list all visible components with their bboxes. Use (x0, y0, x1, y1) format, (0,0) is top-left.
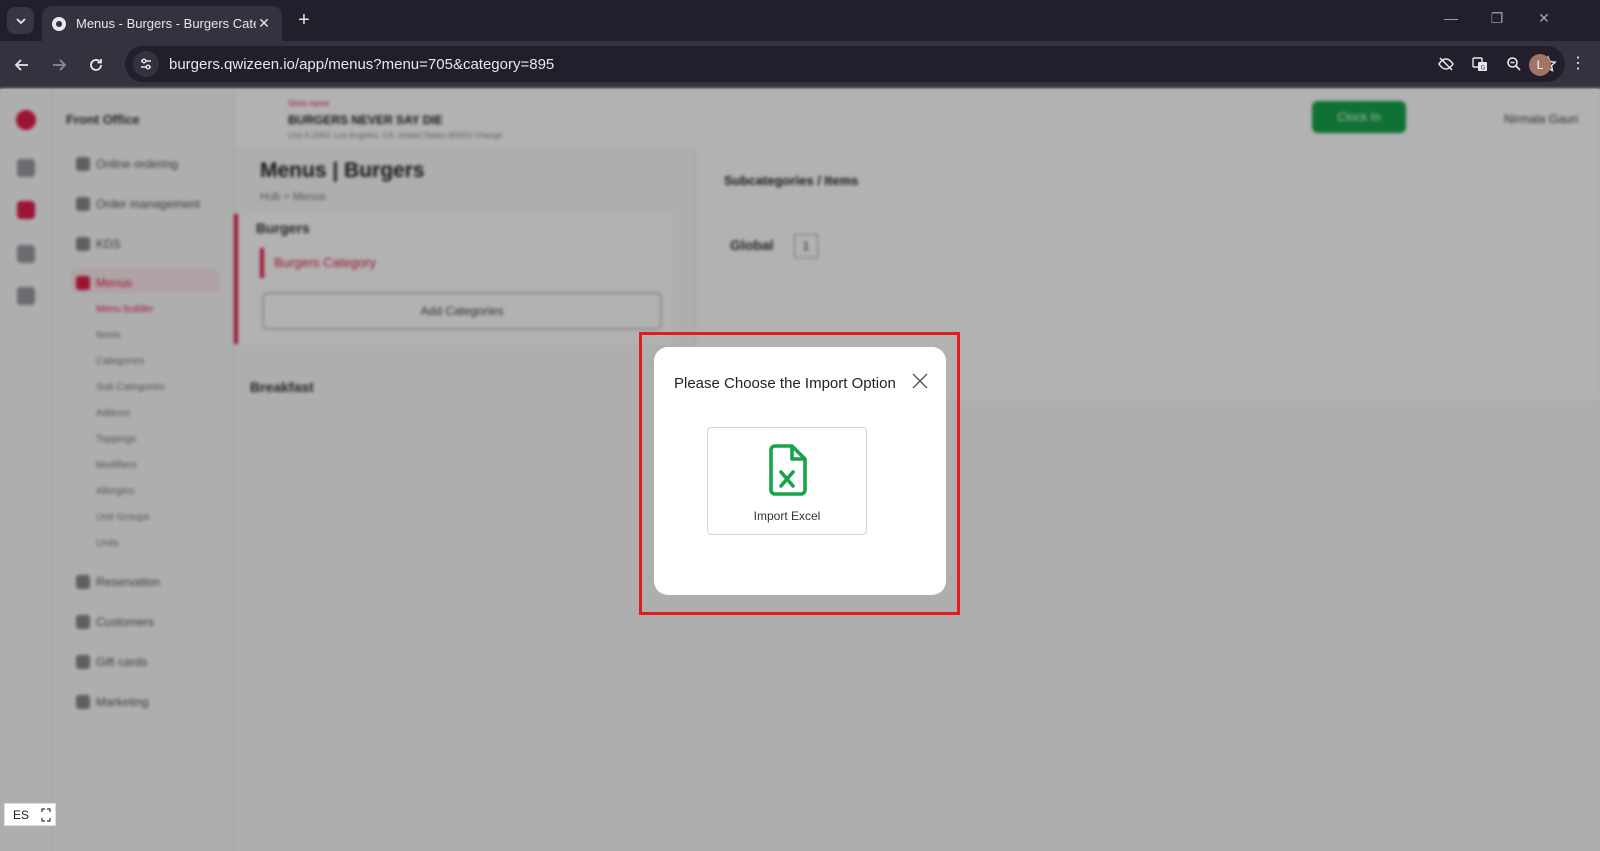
site-favicon-icon (52, 16, 66, 31)
restore-window-button[interactable]: ❐ (1487, 10, 1507, 27)
modal-title: Please Choose the Import Option (674, 375, 896, 392)
site-info-icon[interactable] (133, 51, 159, 77)
import-excel-label: Import Excel (753, 509, 821, 523)
arrow-right-icon (53, 59, 67, 71)
new-tab-button[interactable]: + (292, 8, 316, 32)
address-bar[interactable]: burgers.qwizeen.io/app/menus?menu=705&ca… (125, 46, 1565, 82)
forward-button[interactable] (47, 53, 71, 77)
excel-file-icon (765, 444, 809, 501)
arrow-left-icon (14, 59, 28, 71)
svg-text:G: G (1481, 65, 1486, 72)
language-code: ES (13, 807, 30, 822)
browser-toolbar: burgers.qwizeen.io/app/menus?menu=705&ca… (0, 41, 1600, 89)
tab-search-button[interactable] (7, 7, 34, 34)
browser-tab-strip: Menus - Burgers - Burgers Cate ✕ + — ❐ ✕ (0, 0, 1600, 41)
zoom-icon[interactable] (1497, 55, 1531, 73)
import-excel-option[interactable]: Import Excel (707, 427, 867, 535)
close-window-button[interactable]: ✕ (1534, 10, 1554, 27)
close-icon[interactable] (910, 371, 930, 391)
expand-icon (41, 807, 51, 822)
tab-close-icon[interactable]: ✕ (256, 15, 272, 32)
profile-avatar[interactable]: L (1529, 54, 1551, 76)
minimize-window-button[interactable]: — (1441, 10, 1461, 26)
import-option-modal: Please Choose the Import Option Import E… (654, 347, 946, 595)
tab-title: Menus - Burgers - Burgers Cate (76, 16, 256, 31)
translate-icon[interactable]: G (1463, 55, 1497, 73)
back-button[interactable] (10, 53, 34, 77)
browser-menu-icon[interactable]: ⋮ (1568, 53, 1588, 77)
chevron-down-icon (15, 17, 26, 24)
language-switcher[interactable]: ES (4, 803, 56, 826)
browser-tab-active[interactable]: Menus - Burgers - Burgers Cate ✕ (42, 6, 282, 41)
eye-off-icon[interactable] (1429, 55, 1463, 73)
url-text: burgers.qwizeen.io/app/menus?menu=705&ca… (169, 55, 555, 73)
reload-icon (90, 59, 102, 71)
reload-button[interactable] (84, 53, 108, 77)
